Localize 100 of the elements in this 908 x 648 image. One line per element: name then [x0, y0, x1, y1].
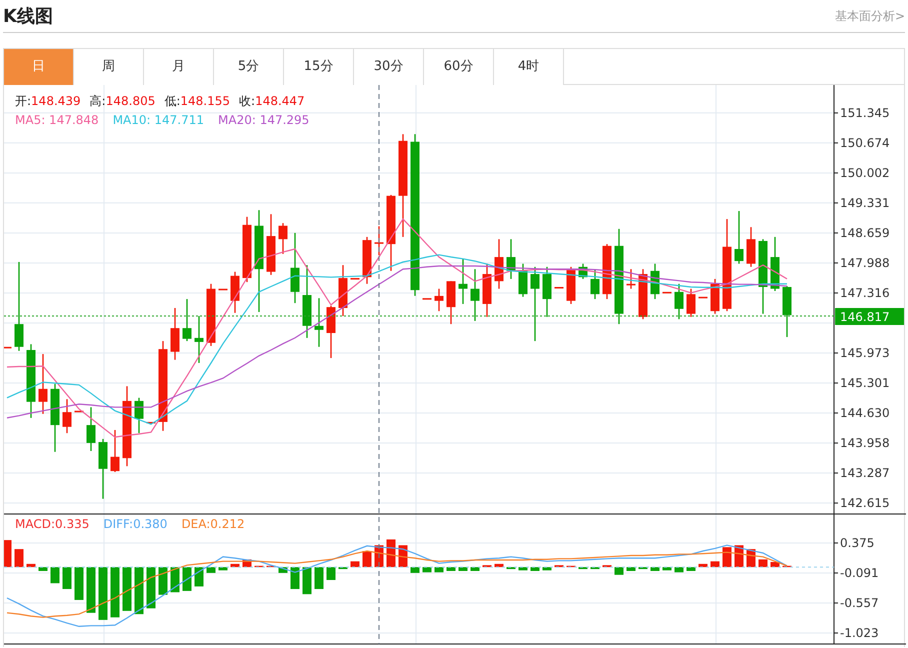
candlestick	[278, 222, 288, 255]
candlestick	[530, 266, 540, 342]
period-tab[interactable]: 5分	[214, 49, 284, 85]
bar	[674, 567, 684, 572]
bar	[434, 567, 444, 572]
candlestick	[626, 268, 636, 290]
bar	[38, 567, 48, 571]
macd-axis-label: -0.091	[840, 566, 879, 580]
period-tab[interactable]: 月	[144, 49, 214, 85]
ohlc-label: 收:	[239, 94, 256, 108]
ohlc-value: 148.805	[106, 94, 156, 108]
bar	[662, 567, 672, 570]
bar	[302, 567, 312, 594]
price-axis-label: 147.316	[840, 286, 890, 300]
bar	[446, 567, 456, 571]
price-axis-label: 150.002	[840, 166, 890, 180]
bar	[422, 567, 432, 572]
ohlc-label: 开:	[15, 94, 32, 108]
macd-axis-label: -1.023	[840, 626, 879, 640]
bar	[518, 567, 528, 570]
ohlc-label: 低:	[164, 94, 180, 108]
bar	[86, 567, 96, 613]
candlestick	[194, 315, 204, 364]
candlestick	[170, 307, 180, 360]
candlestick	[14, 261, 24, 352]
ohlc-value: 148.155	[180, 94, 230, 108]
bar	[350, 561, 360, 568]
bar	[650, 567, 660, 571]
candlestick	[686, 288, 696, 318]
bar	[194, 567, 204, 586]
bar	[14, 549, 24, 568]
price-axis-label: 148.659	[840, 226, 890, 240]
candlestick	[518, 263, 528, 298]
bar	[158, 567, 168, 595]
bar	[722, 547, 732, 568]
period-tab[interactable]: 4时	[494, 49, 564, 85]
price-axis-label: 143.958	[840, 436, 890, 450]
price-axis-label: 149.331	[840, 196, 890, 210]
candlestick	[86, 406, 96, 452]
bar	[530, 567, 540, 571]
period-tab[interactable]: 30分	[354, 49, 424, 85]
legend-entry: MA20: 147.295	[218, 113, 310, 127]
macd-axis-label: 0.375	[840, 536, 874, 550]
price-axis-label: 142.615	[840, 496, 890, 510]
bar	[122, 567, 132, 611]
bar	[134, 567, 144, 614]
bar	[98, 567, 108, 620]
candlestick	[434, 288, 444, 312]
ohlc-value: 148.439	[31, 94, 81, 108]
price-axis-label: 143.287	[840, 466, 890, 480]
bar	[626, 567, 636, 571]
legend-entry: DEA:0.212	[181, 517, 245, 531]
macd-axis-label: -0.557	[840, 596, 879, 610]
bar	[4, 540, 12, 568]
bar	[326, 567, 336, 580]
bar	[62, 567, 72, 590]
candlestick	[182, 298, 192, 342]
bar	[410, 567, 420, 573]
bar	[206, 567, 216, 573]
candlestick	[470, 268, 480, 322]
period-tab[interactable]: 周	[74, 49, 144, 85]
legend-entry: MA10: 147.711	[112, 113, 204, 127]
ohlc-label: 高:	[90, 94, 106, 108]
candlestick	[458, 258, 468, 305]
bar	[710, 561, 720, 568]
bar	[74, 567, 84, 600]
bar	[470, 567, 480, 571]
price-axis-label: 145.301	[840, 376, 890, 390]
price-axis-label: 151.345	[840, 106, 890, 120]
bar	[686, 567, 696, 571]
bar	[614, 567, 624, 575]
price-axis-label: 144.630	[840, 406, 890, 420]
ohlc-value: 148.447	[255, 94, 305, 108]
candlestick	[38, 353, 48, 415]
bar	[50, 567, 60, 584]
candlestick	[590, 268, 600, 300]
bar	[314, 567, 324, 590]
period-tab[interactable]: 15分	[284, 49, 354, 85]
candlestick	[734, 210, 744, 264]
candlestick	[134, 397, 144, 434]
bar	[542, 567, 552, 570]
legend-entry: MACD:0.335	[15, 517, 90, 531]
price-axis-label: 150.674	[840, 136, 890, 150]
candlestick	[110, 429, 120, 473]
bar	[458, 567, 468, 571]
candlestick	[674, 283, 684, 320]
price-axis-label: 145.973	[840, 346, 890, 360]
bar	[146, 567, 156, 608]
chart-title: K线图	[3, 4, 53, 28]
bar	[362, 551, 372, 568]
price-axis-label: 147.988	[840, 256, 890, 270]
current-price-tag: 146.817	[835, 308, 904, 325]
bar	[290, 567, 300, 590]
bar	[758, 559, 768, 568]
candlestick	[62, 398, 72, 434]
bar	[110, 567, 120, 618]
legend-entry: MA5: 147.848	[15, 113, 99, 127]
bar	[218, 567, 228, 570]
period-tab[interactable]: 60分	[424, 49, 494, 85]
legend-entry: DIFF:0.380	[103, 517, 168, 531]
